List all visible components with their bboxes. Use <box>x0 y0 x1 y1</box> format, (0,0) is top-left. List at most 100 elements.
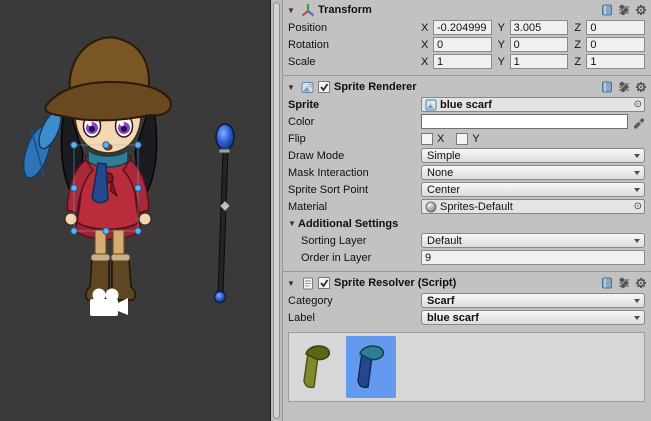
additional-settings-label: Additional Settings <box>298 218 398 230</box>
sprite-resolver-enabled-checkbox[interactable] <box>318 277 330 289</box>
sprite-variant-picker <box>288 332 645 402</box>
sprite-resolver-header[interactable]: ▼ Sprite Resolver (Script) <box>283 274 651 292</box>
sorting-layer-dropdown[interactable]: Default <box>421 233 645 248</box>
sorting-layer-row: Sorting Layer Default <box>283 232 651 249</box>
axis-x-label: X <box>421 22 430 34</box>
sorting-layer-label: Sorting Layer <box>288 235 421 247</box>
sprite-renderer-component: ▼ Sprite Renderer Sprite <box>283 75 651 266</box>
foldout-arrow-icon[interactable]: ▼ <box>287 83 297 92</box>
rotation-row: Rotation X Y Z <box>283 36 651 53</box>
scale-label: Scale <box>288 56 421 68</box>
scale-z-field[interactable] <box>586 54 645 69</box>
scale-y-field[interactable] <box>510 54 569 69</box>
scale-x-field[interactable] <box>433 54 492 69</box>
axis-x-label: X <box>421 39 430 51</box>
category-value: Scarf <box>427 295 455 307</box>
category-dropdown[interactable]: Scarf <box>421 293 645 308</box>
help-icon[interactable] <box>600 277 613 290</box>
material-asset-icon <box>425 201 437 213</box>
sprite-value: blue scarf <box>440 99 631 111</box>
draw-mode-dropdown[interactable]: Simple <box>421 148 645 163</box>
rotation-z-field[interactable] <box>586 37 645 52</box>
mask-interaction-row: Mask Interaction None <box>283 164 651 181</box>
help-icon[interactable] <box>600 81 613 94</box>
help-icon[interactable] <box>600 4 613 17</box>
material-row: Material Sprites-Default ⊙ <box>283 198 651 215</box>
label-dropdown[interactable]: blue scarf <box>421 310 645 325</box>
draw-mode-value: Simple <box>427 150 461 162</box>
flip-y-label: Y <box>472 133 479 145</box>
axis-z-label: Z <box>574 39 583 51</box>
blue-scarf-thumbnail[interactable] <box>346 336 396 398</box>
flip-x-checkbox[interactable] <box>421 133 433 145</box>
gear-icon[interactable] <box>634 4 647 17</box>
axis-y-label: Y <box>498 56 507 68</box>
sprite-renderer-title: Sprite Renderer <box>334 81 417 93</box>
rotation-y-field[interactable] <box>510 37 569 52</box>
presets-icon[interactable] <box>617 4 630 17</box>
object-picker-icon[interactable]: ⊙ <box>634 100 642 110</box>
sprite-object-field[interactable]: blue scarf ⊙ <box>421 97 645 112</box>
presets-icon[interactable] <box>617 81 630 94</box>
inspector-scrollbar[interactable] <box>270 0 283 421</box>
staff-prop[interactable] <box>215 124 235 303</box>
foldout-arrow-icon[interactable]: ▼ <box>288 219 298 228</box>
foldout-arrow-icon[interactable]: ▼ <box>287 6 297 15</box>
label-label: Label <box>288 312 421 324</box>
position-x-field[interactable] <box>433 20 492 35</box>
sprite-sort-point-dropdown[interactable]: Center <box>421 182 645 197</box>
script-icon <box>301 277 314 290</box>
position-z-field[interactable] <box>586 20 645 35</box>
sprite-row: Sprite blue scarf ⊙ <box>283 96 651 113</box>
flip-y-checkbox[interactable] <box>456 133 468 145</box>
transform-icon <box>301 4 314 17</box>
flip-label: Flip <box>288 133 421 145</box>
foldout-arrow-icon[interactable]: ▼ <box>287 279 297 288</box>
sprite-renderer-enabled-checkbox[interactable] <box>318 81 330 93</box>
rotation-x-field[interactable] <box>433 37 492 52</box>
axis-x-label: X <box>421 56 430 68</box>
sprite-renderer-header[interactable]: ▼ Sprite Renderer <box>283 78 651 96</box>
rotation-label: Rotation <box>288 39 421 51</box>
mask-interaction-value: None <box>427 167 453 179</box>
order-in-layer-row: Order in Layer <box>283 249 651 266</box>
additional-settings-row[interactable]: ▼ Additional Settings <box>283 215 651 232</box>
scene-view[interactable] <box>0 0 270 421</box>
material-label: Material <box>288 201 421 213</box>
sprite-resolver-title: Sprite Resolver (Script) <box>334 277 456 289</box>
hat <box>45 37 171 120</box>
eyedropper-icon[interactable] <box>632 115 645 128</box>
label-row: Label blue scarf <box>283 309 651 326</box>
transform-header[interactable]: ▼ Transform <box>283 1 651 19</box>
position-y-field[interactable] <box>510 20 569 35</box>
transform-component: ▼ Transform Position X Y <box>283 0 651 70</box>
transform-title: Transform <box>318 4 372 16</box>
axis-z-label: Z <box>574 56 583 68</box>
position-row: Position X Y Z <box>283 19 651 36</box>
inspector-panel: ▼ Transform Position X Y <box>283 0 651 421</box>
character-sprite[interactable] <box>18 37 171 316</box>
axis-y-label: Y <box>498 22 507 34</box>
sprite-resolver-component: ▼ Sprite Resolver (Script) Cat <box>283 271 651 402</box>
green-scarf-thumbnail[interactable] <box>292 336 342 398</box>
axis-y-label: Y <box>498 39 507 51</box>
object-picker-icon[interactable]: ⊙ <box>634 202 642 212</box>
order-in-layer-field[interactable] <box>421 250 645 265</box>
sorting-layer-value: Default <box>427 235 462 247</box>
gear-icon[interactable] <box>634 277 647 290</box>
order-in-layer-label: Order in Layer <box>288 252 421 264</box>
sprite-sort-point-label: Sprite Sort Point <box>288 184 421 196</box>
color-swatch[interactable] <box>421 114 628 129</box>
gear-icon[interactable] <box>634 81 647 94</box>
scrollbar-thumb[interactable] <box>273 2 280 419</box>
scene-canvas <box>0 0 270 421</box>
flip-x-label: X <box>437 133 444 145</box>
material-object-field[interactable]: Sprites-Default ⊙ <box>421 199 645 214</box>
presets-icon[interactable] <box>617 277 630 290</box>
sprite-sort-point-row: Sprite Sort Point Center <box>283 181 651 198</box>
color-label: Color <box>288 116 421 128</box>
mask-interaction-dropdown[interactable]: None <box>421 165 645 180</box>
flip-row: Flip X Y <box>283 130 651 147</box>
material-value: Sprites-Default <box>440 201 631 213</box>
sprite-asset-icon <box>425 99 437 111</box>
